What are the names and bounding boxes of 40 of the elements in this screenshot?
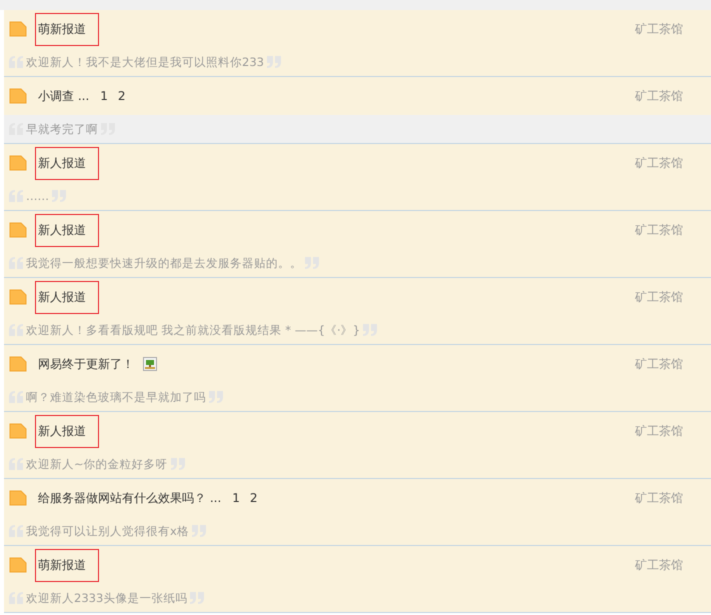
reply-quote: 欢迎新人~你的金粒好多呀: [26, 456, 168, 472]
page-link[interactable]: 2: [250, 491, 258, 505]
folder-icon: [9, 222, 27, 238]
thread-title-link[interactable]: 萌新报道: [35, 548, 99, 582]
reply-quote: 欢迎新人！多看看版规吧 我之前就没看版规结果 * ——{《·》}: [26, 322, 360, 338]
forum-name: 矿工茶馆: [635, 490, 683, 506]
folder-icon: [9, 423, 27, 439]
forum-name: 矿工茶馆: [635, 222, 683, 238]
thread-title-link[interactable]: 萌新报道: [35, 12, 99, 46]
thread-title-link[interactable]: 新人报道: [35, 214, 99, 246]
forum-name: 矿工茶馆: [635, 20, 683, 38]
forum-name: 矿工茶馆: [635, 288, 683, 306]
folder-icon: [9, 289, 27, 305]
thread-title-link[interactable]: 新人报道: [35, 280, 99, 314]
forum-name: 矿工茶馆: [635, 154, 683, 172]
folder-icon: [9, 155, 27, 171]
page-link[interactable]: 1: [232, 491, 240, 505]
reply-quote: 欢迎新人2333头像是一张纸吗: [26, 590, 188, 606]
folder-icon: [9, 21, 27, 37]
thread-title-link[interactable]: 小调查 ...: [35, 80, 90, 112]
folder-icon: [9, 490, 27, 506]
reply-quote: 我觉得一般想要快速升级的都是去发服务器贴的。。: [26, 256, 302, 270]
thread-title-link[interactable]: 给服务器做网站有什么效果吗？ ...: [35, 482, 222, 514]
thread-title-link[interactable]: 新人报道: [35, 146, 99, 180]
thread-title-link[interactable]: 新人报道: [35, 414, 99, 448]
thread-title-link[interactable]: 网易终于更新了！: [35, 348, 135, 380]
reply-quote: 我觉得可以让别人觉得很有x格: [26, 524, 189, 538]
folder-icon: [9, 88, 27, 104]
folder-icon: [9, 356, 27, 372]
forum-name: 矿工茶馆: [635, 422, 683, 440]
page-link[interactable]: 2: [118, 89, 126, 103]
forum-name: 矿工茶馆: [635, 556, 683, 574]
page-link[interactable]: 1: [100, 89, 108, 103]
reply-quote: 啊？难道染色玻璃不是早就加了吗: [26, 390, 206, 404]
folder-icon: [9, 557, 27, 573]
forum-name: 矿工茶馆: [635, 88, 683, 104]
reply-quote: 早就考完了啊: [26, 122, 98, 136]
reply-quote: ……: [26, 189, 49, 203]
reply-quote: 欢迎新人！我不是大佬但是我可以照料你233: [26, 54, 264, 70]
forum-name: 矿工茶馆: [635, 356, 683, 372]
